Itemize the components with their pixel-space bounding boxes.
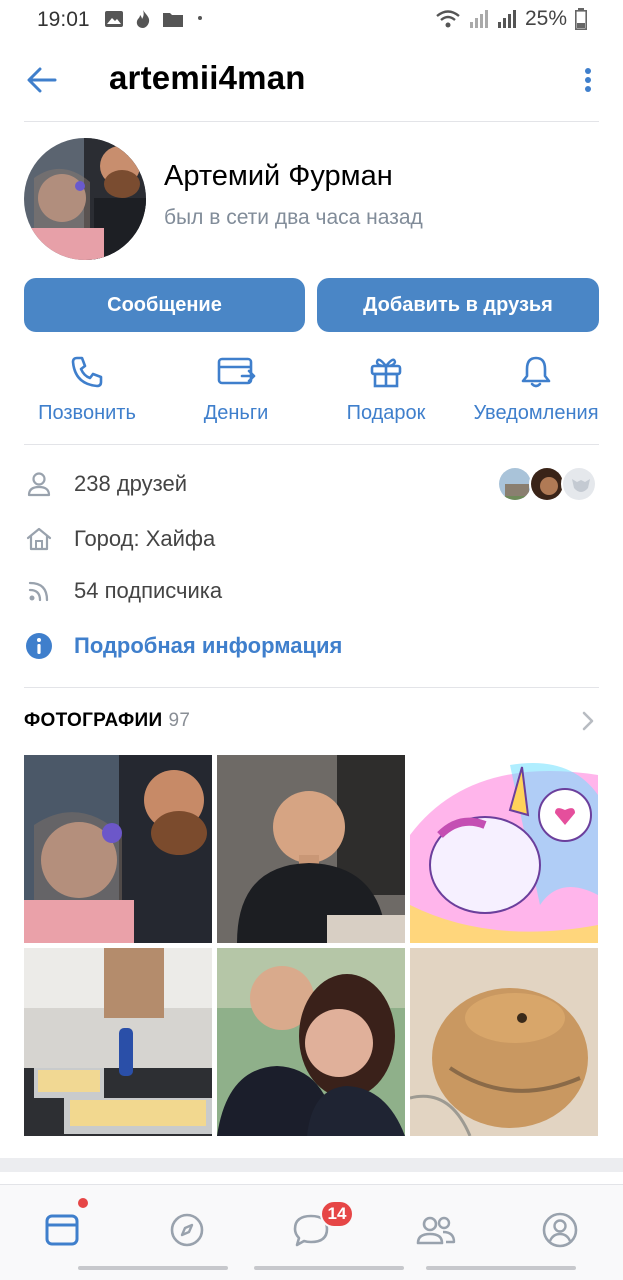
photo-thumbnail[interactable] <box>217 755 405 943</box>
status-bar: 19:01 25% <box>0 0 623 40</box>
details-link: Подробная информация <box>74 633 343 658</box>
photos-header[interactable]: ФОТОГРАФИИ 97 <box>24 710 190 732</box>
gallery-icon <box>105 11 123 27</box>
city-row: Город: Хайфа <box>24 519 599 559</box>
friends-icon <box>416 1216 456 1245</box>
call-action[interactable]: Позвонить <box>7 350 167 425</box>
actions-divider <box>24 444 599 445</box>
add-friend-button[interactable]: Добавить в друзья <box>317 278 599 332</box>
message-button[interactable]: Сообщение <box>24 278 305 332</box>
followers-count: 54 подписчика <box>74 578 223 603</box>
info-icon <box>26 633 52 659</box>
phone-icon <box>71 356 103 388</box>
gesture-handle <box>254 1266 404 1270</box>
action-label: Уведомления <box>473 402 599 424</box>
status-right: 25% <box>435 7 587 31</box>
money-action[interactable]: Деньги <box>156 350 316 425</box>
section-separator <box>0 1158 623 1172</box>
city: Город: Хайфа <box>74 526 216 551</box>
profile-name: Артемий Фурман <box>164 160 393 192</box>
photo-thumbnail[interactable] <box>217 948 405 1136</box>
gift-action[interactable]: Подарок <box>306 350 466 425</box>
signal-icon <box>469 10 488 28</box>
top-header: artemii4man <box>0 42 623 122</box>
gesture-handle <box>426 1266 576 1270</box>
compass-icon <box>170 1213 204 1247</box>
photo-thumbnail[interactable] <box>410 948 598 1136</box>
newsfeed-icon <box>45 1214 79 1246</box>
page-title: artemii4man <box>109 59 306 96</box>
avatar-photo <box>24 138 146 260</box>
user-icon <box>27 472 51 497</box>
rss-icon <box>28 581 49 602</box>
friends-count: 238 друзей <box>74 471 188 496</box>
header-divider <box>24 121 599 122</box>
messages-badge: 14 <box>320 1200 354 1228</box>
wifi-icon <box>436 10 460 28</box>
action-label: Подарок <box>346 402 426 424</box>
profile-status: был в сети два часа назад <box>164 206 423 229</box>
flame-icon <box>136 10 150 28</box>
more-vertical-icon <box>585 68 591 92</box>
battery-percent: 25% <box>524 7 567 30</box>
nav-friends[interactable] <box>409 1203 463 1257</box>
nav-discover[interactable] <box>160 1203 214 1257</box>
photos-title: ФОТОГРАФИИ <box>24 710 163 731</box>
folder-icon <box>163 13 183 27</box>
avatar[interactable] <box>24 138 146 260</box>
info-divider <box>24 687 599 688</box>
status-time: 19:01 <box>37 8 90 31</box>
followers-row[interactable]: 54 подписчика <box>24 571 599 611</box>
photo-thumbnail[interactable] <box>410 755 598 943</box>
friend-avatar <box>497 466 533 502</box>
friend-avatar <box>561 466 597 502</box>
action-label: Позвонить <box>38 402 136 424</box>
friend-avatars[interactable] <box>497 466 599 502</box>
gift-icon <box>370 358 402 388</box>
bell-icon <box>521 356 551 388</box>
signal-icon-2 <box>497 10 516 28</box>
back-button[interactable] <box>22 60 62 100</box>
photo-thumbnail[interactable] <box>24 755 212 943</box>
friend-avatar <box>529 466 565 502</box>
gesture-handle <box>78 1266 228 1270</box>
notifications-action[interactable]: Уведомления <box>456 350 616 425</box>
photos-count: 97 <box>168 710 191 731</box>
nav-profile[interactable] <box>533 1203 587 1257</box>
photo-thumbnail[interactable] <box>24 948 212 1136</box>
action-label: Деньги <box>203 402 269 424</box>
profile-icon <box>542 1212 578 1248</box>
money-transfer-icon <box>217 357 256 385</box>
news-indicator-dot <box>78 1198 88 1208</box>
nav-news[interactable] <box>35 1203 89 1257</box>
home-icon <box>26 527 52 551</box>
dot-icon <box>198 16 202 20</box>
arrow-left-icon <box>27 67 57 93</box>
chevron-right-icon[interactable] <box>581 710 595 732</box>
battery-icon <box>575 8 587 30</box>
details-row[interactable]: Подробная информация <box>24 626 599 666</box>
more-menu-button[interactable] <box>573 60 603 100</box>
actions-row: Позвонить Деньги Подарок Уведомления <box>0 350 623 440</box>
